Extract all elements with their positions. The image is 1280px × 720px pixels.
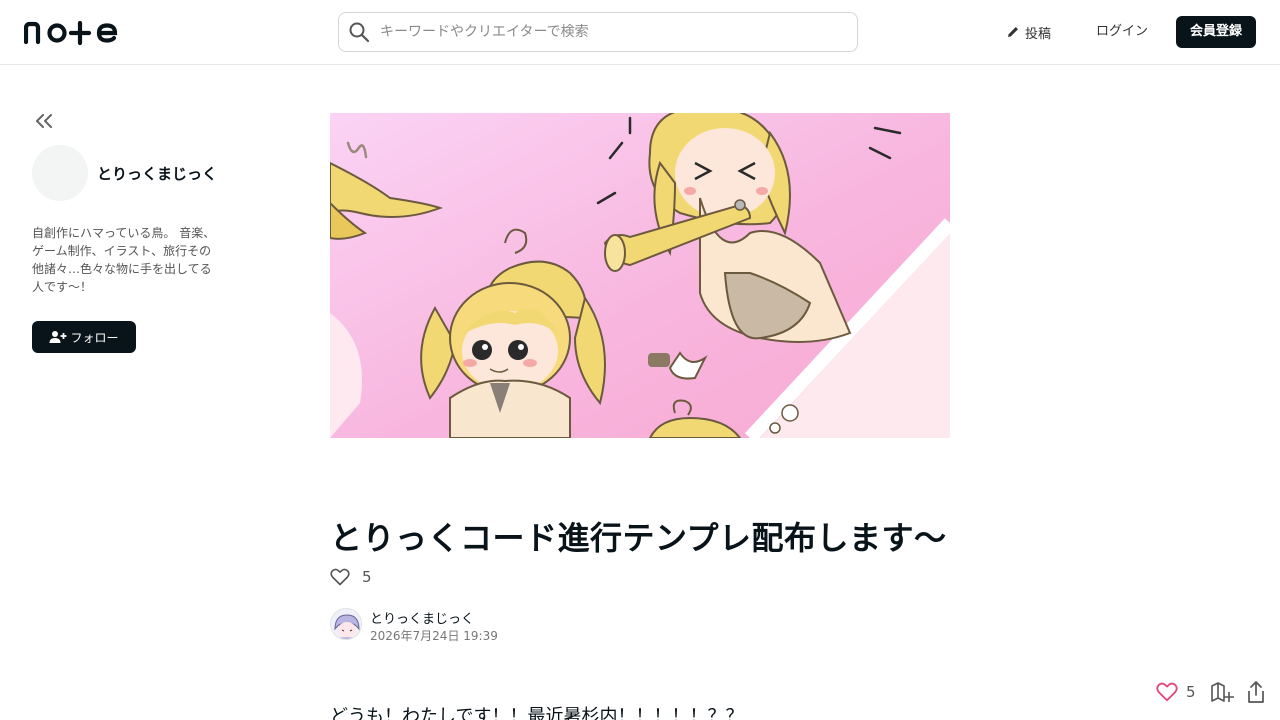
author-name[interactable]: とりっくまじっく	[370, 608, 474, 627]
follow-button[interactable]: フォロー	[32, 321, 136, 353]
note-logo[interactable]: note	[24, 18, 124, 46]
author-avatar-image	[331, 609, 361, 639]
site-header: note 投稿 ログイン 会員登録	[0, 0, 1280, 65]
publish-date: 2026年7月24日 19:39	[370, 629, 498, 643]
signup-button[interactable]: 会員登録	[1176, 16, 1256, 48]
author-avatar[interactable]	[330, 608, 362, 640]
article-like-row: 5	[330, 568, 372, 586]
add-to-magazine-icon[interactable]	[1210, 682, 1234, 704]
search-input[interactable]	[380, 24, 820, 40]
search-box[interactable]	[338, 12, 858, 52]
share-icon[interactable]	[1246, 680, 1266, 704]
creator-bio: 自創作にハマっている鳥。 音楽、ゲーム制作、イラスト、旅行その他諸々…色々な物に…	[32, 226, 216, 294]
floating-like-count: 5	[1186, 683, 1196, 701]
article-eyecatch-image	[330, 113, 950, 438]
login-button[interactable]: ログイン	[1088, 18, 1156, 46]
creator-avatar[interactable]	[32, 145, 88, 201]
user-plus-icon	[49, 331, 67, 343]
floating-like[interactable]: 5	[1156, 682, 1196, 702]
article-body-first-line: どうも！わたしです！！最近暑杉内！！！！！？？	[330, 706, 744, 720]
like-count: 5	[362, 568, 372, 586]
heart-icon[interactable]	[330, 568, 350, 586]
creator-name[interactable]: とりっくまじっく	[97, 163, 217, 184]
double-chevron-left-icon[interactable]	[32, 110, 56, 132]
post-label: 投稿	[1025, 26, 1052, 42]
follow-label: フォロー	[70, 330, 119, 345]
post-button[interactable]: 投稿	[1000, 18, 1057, 46]
article-title: とりっくコード進行テンプレ配布します〜	[330, 519, 947, 557]
search-icon	[349, 22, 370, 43]
pen-icon	[1008, 27, 1018, 37]
heart-icon[interactable]	[1156, 682, 1178, 702]
